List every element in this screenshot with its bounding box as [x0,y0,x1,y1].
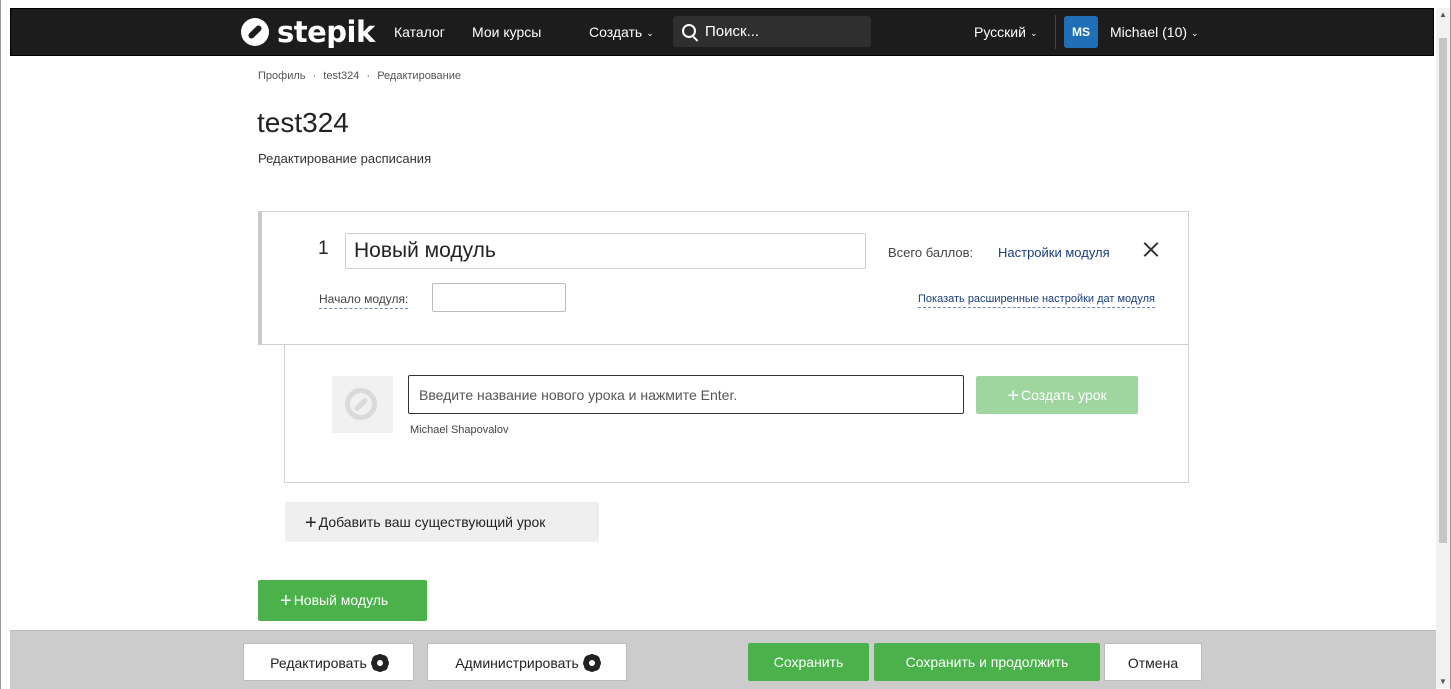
stepik-logo-icon [345,388,377,420]
breadcrumb-current: Редактирование [377,70,461,82]
page-scrollbar[interactable]: ▲ ▼ [1436,8,1450,688]
search-icon [682,24,696,38]
new-lesson-name-input[interactable] [408,375,964,414]
scroll-thumb[interactable] [1439,38,1447,543]
nav-create-label: Создать [589,24,643,40]
administer-button[interactable]: Администрировать [427,643,627,681]
cancel-button[interactable]: Отмена [1104,643,1202,681]
gear-icon [584,656,599,670]
create-lesson-button[interactable]: + Создать урок [976,376,1138,414]
close-icon[interactable] [1140,239,1162,261]
module-start-date-input[interactable] [432,283,566,312]
new-module-label: Новый модуль [293,592,389,608]
module-start-label: Начало модуля: [319,292,409,309]
language-selector[interactable]: Русский ⌄ [974,9,1038,55]
advanced-date-settings-link[interactable]: Показать расширенные настройки дат модул… [918,293,1155,308]
stepik-logo[interactable]: stepik [241,15,375,49]
add-existing-label: Добавить ваш существующий урок [318,514,546,530]
module-number: 1 [318,238,329,259]
module-title-input[interactable]: Новый модуль [345,233,866,269]
plus-icon: + [1007,385,1020,407]
nav-catalog-link[interactable]: Каталог [394,9,445,55]
plus-icon: + [280,590,292,612]
administer-label: Администрировать [455,655,579,671]
create-lesson-label: Создать урок [1021,387,1107,403]
top-navbar: stepik Каталог Мои курсы Создать ⌄ Поиск.… [10,8,1434,56]
logo-text: stepik [277,15,375,49]
chevron-down-icon: ⌄ [1029,28,1038,39]
nav-create-menu[interactable]: Создать ⌄ [589,9,654,55]
user-menu[interactable]: Michael (10) ⌄ [1110,9,1199,55]
gear-icon [372,656,387,670]
search-input[interactable]: Поиск... [673,16,871,47]
user-label: Michael (10) [1110,24,1188,40]
search-placeholder: Поиск... [705,23,760,40]
breadcrumb-separator: · [312,70,317,82]
breadcrumb: Профиль · test324 · Редактирование [258,70,465,82]
breadcrumb-course-link[interactable]: test324 [323,70,359,82]
module-card [258,211,1189,345]
scroll-down-arrow-icon[interactable]: ▼ [1439,677,1447,686]
chevron-down-icon: ⌄ [646,28,654,39]
page-title: test324 [257,107,349,138]
stepik-logo-icon [241,18,269,46]
edit-label: Редактировать [270,655,367,671]
breadcrumb-separator: · [366,70,371,82]
add-existing-lesson-button[interactable]: + Добавить ваш существующий урок [285,502,599,542]
nav-divider [1055,15,1056,49]
edit-button[interactable]: Редактировать [243,643,414,681]
language-label: Русский [974,24,1026,40]
lesson-author: Michael Shapovalov [410,424,509,436]
nav-my-courses-link[interactable]: Мои курсы [472,9,541,55]
breadcrumb-profile-link[interactable]: Профиль [258,70,306,82]
lesson-thumbnail [332,376,393,433]
plus-icon: + [305,512,317,534]
total-points-label: Всего баллов: [888,245,974,260]
save-and-continue-button[interactable]: Сохранить и продолжить [874,643,1100,681]
avatar[interactable]: MS [1064,16,1098,48]
scroll-up-arrow-icon[interactable]: ▲ [1439,10,1447,19]
save-button[interactable]: Сохранить [748,643,869,681]
chevron-down-icon: ⌄ [1191,28,1199,39]
new-module-button[interactable]: + Новый модуль [258,580,427,621]
bottom-toolbar [10,630,1436,689]
module-settings-link[interactable]: Настройки модуля [998,245,1110,260]
page-subtitle: Редактирование расписания [258,151,432,166]
